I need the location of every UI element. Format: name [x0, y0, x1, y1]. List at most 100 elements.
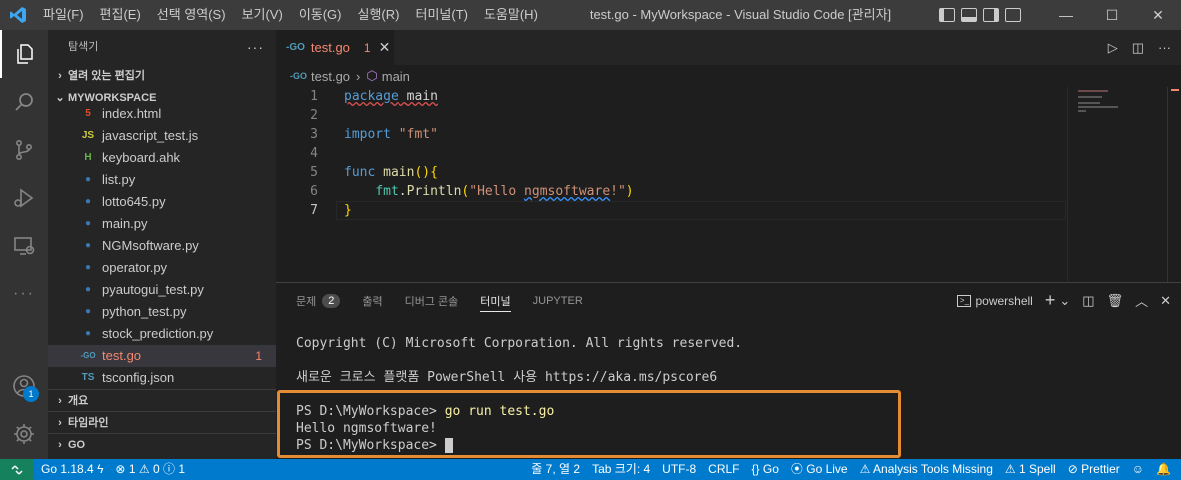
encoding[interactable]: UTF-8	[656, 459, 702, 480]
terminal-icon: >_	[957, 294, 972, 307]
run-debug-icon[interactable]	[0, 174, 48, 222]
spell-status[interactable]: ⚠ 1 Spell	[999, 459, 1062, 480]
status-bar: Go 1.18.4 ϟ ⊗ 1 ⚠ 0 ⓘ 1 줄 7, 열 2 Tab 크기:…	[0, 459, 1181, 480]
file-item[interactable]: JS javascript_test.js	[48, 125, 276, 147]
breadcrumb-file[interactable]: test.go	[311, 69, 350, 84]
go-live-button[interactable]: ⦿ Go Live	[785, 459, 854, 480]
menu-file[interactable]: 파일(F)	[35, 0, 92, 30]
menu-go[interactable]: 이동(G)	[291, 0, 350, 30]
split-terminal-icon[interactable]: ◫	[1082, 293, 1094, 309]
maximize-panel-icon[interactable]: ︿	[1135, 291, 1148, 310]
prettier-status[interactable]: ⊘ Prettier	[1062, 459, 1126, 480]
tab-problems[interactable]: 문제 2	[296, 283, 341, 318]
search-icon[interactable]	[0, 78, 48, 126]
menu-help[interactable]: 도움말(H)	[476, 0, 546, 30]
file-item[interactable]: ● list.py	[48, 169, 276, 191]
explorer-icon[interactable]	[0, 30, 48, 78]
menu-run[interactable]: 실행(R)	[350, 0, 408, 30]
file-item[interactable]: -GO test.go 1	[48, 345, 276, 367]
file-item[interactable]: ● operator.py	[48, 257, 276, 279]
file-item[interactable]: 5 index.html	[48, 103, 276, 125]
more-actions-icon[interactable]: ···	[1158, 40, 1171, 55]
package-ref: fmt	[375, 184, 399, 199]
explorer-more-actions-icon[interactable]: ···	[247, 30, 264, 65]
prohibited-icon: ⊘	[1067, 462, 1078, 476]
file-item[interactable]: ● lotto645.py	[48, 191, 276, 213]
analysis-tools-status[interactable]: ⚠ Analysis Tools Missing	[854, 459, 999, 480]
menu-edit[interactable]: 편집(E)	[92, 0, 149, 30]
tab-label: test.go	[310, 40, 350, 55]
code-line: func main(){	[344, 163, 1064, 182]
notifications-bell-icon[interactable]: 🔔	[1150, 459, 1181, 480]
source-control-icon[interactable]	[0, 126, 48, 174]
file-item[interactable]: ● python_test.py	[48, 301, 276, 323]
menu-view[interactable]: 보기(V)	[234, 0, 291, 30]
open-editors-section[interactable]: › 열려 있는 편집기	[48, 65, 276, 87]
menu-selection[interactable]: 선택 영역(S)	[149, 0, 234, 30]
breadcrumb-symbol[interactable]: main	[382, 69, 410, 84]
file-name: pyautogui_test.py	[102, 282, 204, 297]
tab-label: JUPYTER	[532, 294, 583, 307]
timeline-section[interactable]: › 타임라인	[48, 411, 276, 433]
file-name: stock_prediction.py	[102, 326, 214, 341]
feedback-icon[interactable]: ☺	[1126, 459, 1150, 480]
close-panel-icon[interactable]: ✕	[1160, 293, 1171, 309]
file-name: index.html	[102, 106, 162, 121]
outline-section[interactable]: › 개요	[48, 389, 276, 411]
tab-debug-console[interactable]: 디버그 콘솔	[405, 283, 459, 318]
customize-layout-icon[interactable]	[1005, 8, 1021, 22]
more-views-icon[interactable]: ···	[0, 270, 48, 318]
file-name: list.py	[102, 172, 136, 187]
code-editor[interactable]: 1 2 3 4 5 6 7 package main import "fmt" …	[276, 87, 1181, 282]
tab-jupyter[interactable]: JUPYTER	[533, 283, 583, 318]
remote-indicator-icon[interactable]	[0, 459, 33, 480]
keyword: func	[344, 165, 376, 180]
new-terminal-icon[interactable]: +	[1045, 290, 1056, 311]
close-tab-icon[interactable]: ✕	[379, 39, 391, 56]
minimize-button[interactable]: —	[1043, 0, 1089, 30]
file-item[interactable]: ● NGMsoftware.py	[48, 235, 276, 257]
python-icon: ●	[84, 240, 92, 251]
open-editors-label: 열려 있는 편집기	[68, 70, 145, 82]
toggle-secondary-sidebar-icon[interactable]	[983, 8, 999, 22]
code-content: package main import "fmt" func main(){ f…	[344, 87, 1064, 220]
language-mode[interactable]: {} Go	[746, 459, 785, 480]
file-item[interactable]: ● stock_prediction.py	[48, 323, 276, 345]
menu-terminal[interactable]: 터미널(T)	[407, 0, 475, 30]
window-controls: — ☐ ✕	[1043, 0, 1181, 30]
close-window-button[interactable]: ✕	[1135, 0, 1181, 30]
chevron-right-icon: ›	[58, 438, 62, 451]
settings-gear-icon[interactable]	[0, 410, 48, 458]
file-item[interactable]: ● main.py	[48, 213, 276, 235]
chevron-down-icon[interactable]: ⌄	[1059, 293, 1070, 309]
file-item[interactable]: ● pyautogui_test.py	[48, 279, 276, 301]
problems-status[interactable]: ⊗ 1 ⚠ 0 ⓘ 1	[109, 459, 191, 480]
toggle-sidebar-icon[interactable]	[939, 8, 955, 22]
error-icon: ⊗	[115, 462, 126, 476]
accounts-icon[interactable]: 1	[0, 362, 48, 410]
explorer-header: 탐색기 ···	[48, 30, 276, 65]
end-of-line[interactable]: CRLF	[702, 459, 745, 480]
tab-output[interactable]: 출력	[362, 283, 382, 318]
file-name: python_test.py	[102, 304, 187, 319]
maximize-button[interactable]: ☐	[1089, 0, 1135, 30]
toggle-panel-icon[interactable]	[961, 8, 977, 22]
file-item[interactable]: Hkeyboard.ahk	[48, 147, 276, 169]
trash-icon[interactable]: 🗑	[1107, 293, 1124, 309]
go-section-label: GO	[68, 438, 86, 451]
minimap[interactable]	[1067, 87, 1167, 282]
menu-bar: 파일(F) 편집(E) 선택 영역(S) 보기(V) 이동(G) 실행(R) 터…	[35, 0, 546, 30]
indentation[interactable]: Tab 크기: 4	[586, 459, 656, 480]
file-name: main.py	[102, 216, 148, 231]
cursor-position[interactable]: 줄 7, 열 2	[525, 459, 586, 480]
tab-terminal[interactable]: 터미널	[480, 283, 512, 318]
tab-test-go[interactable]: -GO test.go 1 ✕	[276, 30, 394, 65]
file-item[interactable]: TS tsconfig.json	[48, 367, 276, 389]
go-version[interactable]: Go 1.18.4 ϟ	[33, 459, 109, 480]
editor-scrollbar[interactable]	[1167, 87, 1181, 282]
remote-explorer-icon[interactable]	[0, 222, 48, 270]
go-section[interactable]: › GO	[48, 433, 276, 455]
terminal-shell-selector[interactable]: >_ powershell	[957, 294, 1033, 308]
run-file-icon[interactable]: ▷	[1108, 40, 1118, 56]
split-editor-icon[interactable]: ◫	[1132, 40, 1144, 56]
